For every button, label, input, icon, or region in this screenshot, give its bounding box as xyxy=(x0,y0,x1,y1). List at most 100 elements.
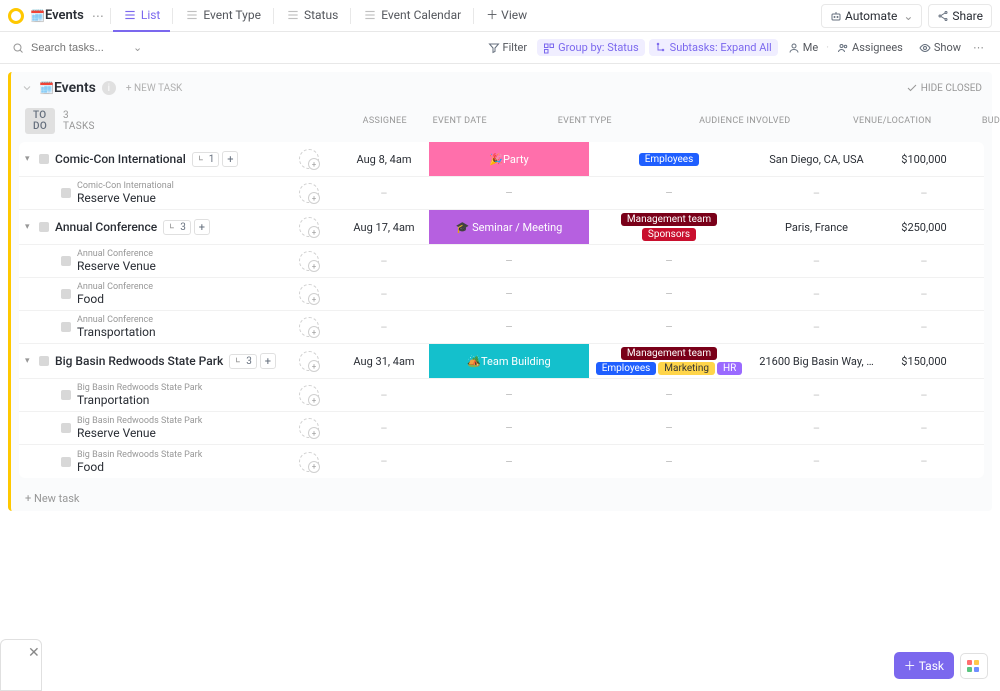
audience-cell[interactable]: – xyxy=(589,317,749,337)
assignee-cell[interactable] xyxy=(279,317,339,337)
add-assignee-icon[interactable] xyxy=(299,385,319,405)
budget-cell[interactable]: – xyxy=(884,422,964,435)
apps-grid-button[interactable] xyxy=(960,653,988,679)
budget-cell[interactable]: – xyxy=(884,288,964,301)
budget-cell[interactable]: $150,000 xyxy=(884,355,964,368)
audience-cell[interactable]: – xyxy=(589,385,749,405)
chevron-down-icon[interactable]: ▾ xyxy=(25,356,35,366)
subtask-row[interactable]: Big Basin Redwoods State Park Tranportat… xyxy=(19,379,984,412)
location-cell[interactable]: – xyxy=(749,455,884,468)
date-cell[interactable]: – xyxy=(339,288,429,301)
add-view-button[interactable]: ＋ View xyxy=(476,0,537,32)
add-assignee-icon[interactable] xyxy=(299,251,319,271)
task-row[interactable]: ▾ Big Basin Redwoods State Park 3 + Aug … xyxy=(19,344,984,379)
hide-closed-button[interactable]: HIDE CLOSED xyxy=(906,82,982,94)
header-more-icon[interactable]: ⋯ xyxy=(88,9,108,23)
audience-tag[interactable]: Marketing xyxy=(658,362,715,375)
date-cell[interactable]: – xyxy=(339,187,429,200)
date-cell[interactable]: – xyxy=(339,255,429,268)
date-cell[interactable]: Aug 31, 4am xyxy=(339,355,429,368)
location-cell[interactable]: – xyxy=(749,389,884,402)
location-cell[interactable]: – xyxy=(749,321,884,334)
col-budget[interactable]: BUDGET xyxy=(960,116,1000,126)
subtask-row[interactable]: Big Basin Redwoods State Park Reserve Ve… xyxy=(19,412,984,445)
status-pill[interactable]: TO DO xyxy=(25,108,55,134)
status-square[interactable] xyxy=(39,356,49,366)
budget-cell[interactable]: – xyxy=(884,455,964,468)
budget-cell[interactable]: $250,000 xyxy=(884,221,964,234)
add-assignee-icon[interactable] xyxy=(299,284,319,304)
audience-tag[interactable]: HR xyxy=(717,362,742,375)
status-square[interactable] xyxy=(61,188,71,198)
subtask-name[interactable]: Food xyxy=(77,460,202,474)
subtask-row[interactable]: Big Basin Redwoods State Park Food – – –… xyxy=(19,445,984,478)
type-cell[interactable]: – xyxy=(429,177,589,209)
add-assignee-icon[interactable] xyxy=(299,351,319,371)
location-cell[interactable]: San Diego, CA, USA xyxy=(749,153,884,166)
subtask-count-pill[interactable]: 3 xyxy=(163,220,191,235)
location-cell[interactable]: – xyxy=(749,288,884,301)
tab-event-calendar[interactable]: Event Calendar xyxy=(353,0,471,32)
type-cell[interactable]: – xyxy=(429,445,589,478)
share-button[interactable]: Share xyxy=(928,4,992,28)
collapse-icon[interactable] xyxy=(21,82,33,94)
tab-list[interactable]: List xyxy=(113,0,171,32)
location-cell[interactable]: – xyxy=(749,255,884,268)
filter-button[interactable]: Filter xyxy=(482,39,534,56)
add-subtask-button[interactable]: + xyxy=(194,219,210,235)
subtask-name[interactable]: Reserve Venue xyxy=(77,426,202,440)
budget-cell[interactable]: – xyxy=(884,321,964,334)
chevron-down-icon[interactable]: ▾ xyxy=(25,222,35,232)
assignee-cell[interactable] xyxy=(279,251,339,271)
location-cell[interactable]: – xyxy=(749,187,884,200)
task-row[interactable]: ▾ Annual Conference 3 + Aug 17, 4am 🎓 Se… xyxy=(19,210,984,245)
audience-cell[interactable]: – xyxy=(589,452,749,472)
budget-cell[interactable]: – xyxy=(884,255,964,268)
assignee-cell[interactable] xyxy=(279,452,339,472)
tab-status[interactable]: Status xyxy=(276,0,348,32)
subtask-row[interactable]: Annual Conference Reserve Venue – – – – … xyxy=(19,245,984,278)
assignee-cell[interactable] xyxy=(279,385,339,405)
new-task-row[interactable]: + New task xyxy=(11,486,992,511)
audience-cell[interactable]: – xyxy=(589,284,749,304)
col-location[interactable]: VENUE/LOCATION xyxy=(825,116,960,126)
date-cell[interactable]: – xyxy=(339,455,429,468)
task-name[interactable]: Big Basin Redwoods State Park xyxy=(55,354,223,368)
show-button[interactable]: Show xyxy=(913,39,967,56)
status-square[interactable] xyxy=(39,154,49,164)
assignee-cell[interactable] xyxy=(279,149,339,169)
audience-cell[interactable]: – xyxy=(589,183,749,203)
assignee-cell[interactable] xyxy=(279,183,339,203)
info-icon[interactable]: i xyxy=(102,81,116,95)
chevron-down-icon[interactable]: ⌄ xyxy=(133,41,142,54)
task-name[interactable]: Comic-Con International xyxy=(55,152,186,166)
assignee-cell[interactable] xyxy=(279,217,339,237)
subtask-row[interactable]: Comic-Con International Reserve Venue – … xyxy=(19,177,984,210)
col-audience[interactable]: AUDIENCE INVOLVED xyxy=(665,116,825,126)
date-cell[interactable]: – xyxy=(339,321,429,334)
type-cell[interactable]: 🎓 Seminar / Meeting xyxy=(429,210,589,244)
add-assignee-icon[interactable] xyxy=(299,183,319,203)
type-cell[interactable]: 🏕️Team Building xyxy=(429,344,589,378)
audience-cell[interactable]: Employees xyxy=(589,150,749,169)
add-assignee-icon[interactable] xyxy=(299,217,319,237)
date-cell[interactable]: Aug 8, 4am xyxy=(339,153,429,166)
new-task-fab[interactable]: ＋ Task xyxy=(894,652,954,679)
toolbar-more-icon[interactable]: ⋯ xyxy=(969,41,988,54)
automate-button[interactable]: Automate ⌄ xyxy=(821,4,922,28)
status-square[interactable] xyxy=(61,423,71,433)
col-date[interactable]: EVENT DATE xyxy=(415,116,505,126)
new-task-link[interactable]: + NEW TASK xyxy=(126,83,182,94)
audience-tag[interactable]: Management team xyxy=(621,347,717,360)
budget-cell[interactable]: $100,000 xyxy=(884,153,964,166)
tab-event-type[interactable]: Event Type xyxy=(175,0,271,32)
search-box[interactable]: ⌄ xyxy=(12,40,142,56)
status-square[interactable] xyxy=(61,457,71,467)
subtask-name[interactable]: Transportation xyxy=(77,325,156,339)
status-square[interactable] xyxy=(39,222,49,232)
add-subtask-button[interactable]: + xyxy=(222,151,238,167)
add-assignee-icon[interactable] xyxy=(299,452,319,472)
add-assignee-icon[interactable] xyxy=(299,149,319,169)
me-button[interactable]: Me xyxy=(782,39,824,56)
type-cell[interactable]: – xyxy=(429,278,589,310)
